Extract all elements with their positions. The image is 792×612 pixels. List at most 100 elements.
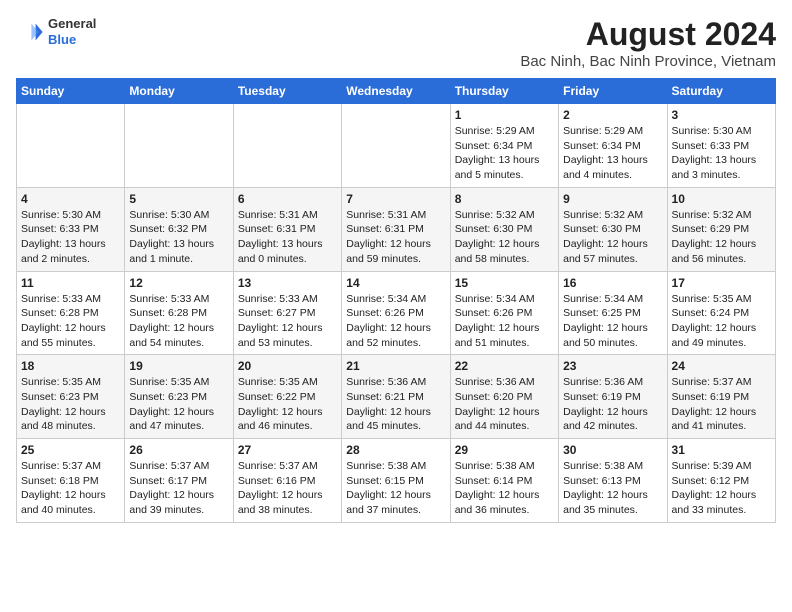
day-info: Sunrise: 5:35 AM Sunset: 6:24 PM Dayligh…: [672, 292, 771, 351]
day-number: 21: [346, 359, 445, 373]
day-number: 9: [563, 192, 662, 206]
day-cell: 10Sunrise: 5:32 AM Sunset: 6:29 PM Dayli…: [667, 187, 775, 271]
day-cell: [342, 104, 450, 188]
day-info: Sunrise: 5:32 AM Sunset: 6:30 PM Dayligh…: [563, 208, 662, 267]
day-number: 31: [672, 443, 771, 457]
day-info: Sunrise: 5:32 AM Sunset: 6:29 PM Dayligh…: [672, 208, 771, 267]
day-info: Sunrise: 5:35 AM Sunset: 6:23 PM Dayligh…: [21, 375, 120, 434]
day-cell: 2 Sunrise: 5:29 AM Sunset: 6:34 PM Daylig…: [559, 104, 667, 188]
day-info: Sunrise: 5:38 AM Sunset: 6:13 PM Dayligh…: [563, 459, 662, 518]
day-number: 29: [455, 443, 554, 457]
day-number: 6: [238, 192, 337, 206]
day-info: Sunrise: 5:36 AM Sunset: 6:19 PM Dayligh…: [563, 375, 662, 434]
day-of-week-friday: Friday: [559, 79, 667, 104]
day-number: 12: [129, 276, 228, 290]
day-number: 19: [129, 359, 228, 373]
day-number: 14: [346, 276, 445, 290]
day-cell: 8 Sunrise: 5:32 AM Sunset: 6:30 PM Daylig…: [450, 187, 558, 271]
day-info: Sunrise: 5:35 AM Sunset: 6:22 PM Dayligh…: [238, 375, 337, 434]
week-row-5: 25 Sunrise: 5:37 AM Sunset: 6:18 PM Dayli…: [17, 439, 776, 523]
day-number: 2: [563, 108, 662, 122]
day-cell: 30 Sunrise: 5:38 AM Sunset: 6:13 PM Dayli…: [559, 439, 667, 523]
day-info: Sunrise: 5:34 AM Sunset: 6:26 PM Dayligh…: [455, 292, 554, 351]
day-number: 18: [21, 359, 120, 373]
day-info: Sunrise: 5:36 AM Sunset: 6:21 PM Dayligh…: [346, 375, 445, 434]
day-number: 15: [455, 276, 554, 290]
day-cell: 13Sunrise: 5:33 AM Sunset: 6:27 PM Dayli…: [233, 271, 341, 355]
day-info: Sunrise: 5:31 AM Sunset: 6:31 PM Dayligh…: [346, 208, 445, 267]
day-of-week-sunday: Sunday: [17, 79, 125, 104]
day-cell: 29 Sunrise: 5:38 AM Sunset: 6:14 PM Dayli…: [450, 439, 558, 523]
day-info: Sunrise: 5:38 AM Sunset: 6:15 PM Dayligh…: [346, 459, 445, 518]
day-info: Sunrise: 5:34 AM Sunset: 6:25 PM Dayligh…: [563, 292, 662, 351]
day-cell: 31 Sunrise: 5:39 AM Sunset: 6:12 PM Dayli…: [667, 439, 775, 523]
day-number: 1: [455, 108, 554, 122]
day-info: Sunrise: 5:34 AM Sunset: 6:26 PM Dayligh…: [346, 292, 445, 351]
page-subtitle: Bac Ninh, Bac Ninh Province, Vietnam: [520, 53, 776, 70]
title-block: August 2024 Bac Ninh, Bac Ninh Province,…: [520, 16, 776, 70]
day-info: Sunrise: 5:29 AM Sunset: 6:34 PM Dayligh…: [563, 124, 662, 183]
day-number: 16: [563, 276, 662, 290]
day-number: 5: [129, 192, 228, 206]
logo: General Blue: [16, 16, 96, 47]
week-row-3: 11 Sunrise: 5:33 AM Sunset: 6:28 PM Dayli…: [17, 271, 776, 355]
day-cell: 19 Sunrise: 5:35 AM Sunset: 6:23 PM Dayli…: [125, 355, 233, 439]
page-title: August 2024: [520, 16, 776, 53]
day-info: Sunrise: 5:30 AM Sunset: 6:33 PM Dayligh…: [21, 208, 120, 267]
day-info: Sunrise: 5:37 AM Sunset: 6:17 PM Dayligh…: [129, 459, 228, 518]
day-number: 22: [455, 359, 554, 373]
day-cell: [125, 104, 233, 188]
day-info: Sunrise: 5:33 AM Sunset: 6:28 PM Dayligh…: [21, 292, 120, 351]
logo-general: General: [48, 16, 96, 32]
day-number: 3: [672, 108, 771, 122]
day-number: 28: [346, 443, 445, 457]
day-cell: 4Sunrise: 5:30 AM Sunset: 6:33 PM Daylig…: [17, 187, 125, 271]
day-of-week-tuesday: Tuesday: [233, 79, 341, 104]
day-cell: 21 Sunrise: 5:36 AM Sunset: 6:21 PM Dayli…: [342, 355, 450, 439]
week-row-1: 1 Sunrise: 5:29 AM Sunset: 6:34 PM Daylig…: [17, 104, 776, 188]
day-cell: 14 Sunrise: 5:34 AM Sunset: 6:26 PM Dayli…: [342, 271, 450, 355]
day-info: Sunrise: 5:35 AM Sunset: 6:23 PM Dayligh…: [129, 375, 228, 434]
day-cell: 17 Sunrise: 5:35 AM Sunset: 6:24 PM Dayli…: [667, 271, 775, 355]
day-number: 13: [238, 276, 337, 290]
day-info: Sunrise: 5:38 AM Sunset: 6:14 PM Dayligh…: [455, 459, 554, 518]
day-cell: 9 Sunrise: 5:32 AM Sunset: 6:30 PM Daylig…: [559, 187, 667, 271]
day-cell: 25 Sunrise: 5:37 AM Sunset: 6:18 PM Dayli…: [17, 439, 125, 523]
day-cell: 27Sunrise: 5:37 AM Sunset: 6:16 PM Dayli…: [233, 439, 341, 523]
day-info: Sunrise: 5:29 AM Sunset: 6:34 PM Dayligh…: [455, 124, 554, 183]
logo-text: General Blue: [48, 16, 96, 47]
days-of-week-row: SundayMondayTuesdayWednesdayThursdayFrid…: [17, 79, 776, 104]
day-cell: 5Sunrise: 5:30 AM Sunset: 6:32 PM Daylig…: [125, 187, 233, 271]
day-number: 8: [455, 192, 554, 206]
day-info: Sunrise: 5:32 AM Sunset: 6:30 PM Dayligh…: [455, 208, 554, 267]
day-number: 11: [21, 276, 120, 290]
day-info: Sunrise: 5:37 AM Sunset: 6:19 PM Dayligh…: [672, 375, 771, 434]
page-header: General Blue August 2024 Bac Ninh, Bac N…: [16, 16, 776, 70]
day-info: Sunrise: 5:36 AM Sunset: 6:20 PM Dayligh…: [455, 375, 554, 434]
day-cell: 11 Sunrise: 5:33 AM Sunset: 6:28 PM Dayli…: [17, 271, 125, 355]
day-cell: 15 Sunrise: 5:34 AM Sunset: 6:26 PM Dayli…: [450, 271, 558, 355]
logo-blue: Blue: [48, 32, 96, 48]
day-cell: 3Sunrise: 5:30 AM Sunset: 6:33 PM Daylig…: [667, 104, 775, 188]
day-cell: 7Sunrise: 5:31 AM Sunset: 6:31 PM Daylig…: [342, 187, 450, 271]
day-of-week-thursday: Thursday: [450, 79, 558, 104]
day-info: Sunrise: 5:37 AM Sunset: 6:18 PM Dayligh…: [21, 459, 120, 518]
day-number: 25: [21, 443, 120, 457]
day-cell: 20Sunrise: 5:35 AM Sunset: 6:22 PM Dayli…: [233, 355, 341, 439]
day-cell: 22 Sunrise: 5:36 AM Sunset: 6:20 PM Dayli…: [450, 355, 558, 439]
day-info: Sunrise: 5:33 AM Sunset: 6:28 PM Dayligh…: [129, 292, 228, 351]
week-row-4: 18 Sunrise: 5:35 AM Sunset: 6:23 PM Dayli…: [17, 355, 776, 439]
calendar-table: SundayMondayTuesdayWednesdayThursdayFrid…: [16, 78, 776, 523]
calendar-body: 1 Sunrise: 5:29 AM Sunset: 6:34 PM Daylig…: [17, 104, 776, 523]
day-number: 17: [672, 276, 771, 290]
day-of-week-monday: Monday: [125, 79, 233, 104]
day-of-week-wednesday: Wednesday: [342, 79, 450, 104]
day-cell: [17, 104, 125, 188]
day-cell: 18 Sunrise: 5:35 AM Sunset: 6:23 PM Dayli…: [17, 355, 125, 439]
day-number: 30: [563, 443, 662, 457]
week-row-2: 4Sunrise: 5:30 AM Sunset: 6:33 PM Daylig…: [17, 187, 776, 271]
day-info: Sunrise: 5:39 AM Sunset: 6:12 PM Dayligh…: [672, 459, 771, 518]
day-cell: 16 Sunrise: 5:34 AM Sunset: 6:25 PM Dayli…: [559, 271, 667, 355]
day-cell: 23Sunrise: 5:36 AM Sunset: 6:19 PM Dayli…: [559, 355, 667, 439]
day-cell: 1 Sunrise: 5:29 AM Sunset: 6:34 PM Daylig…: [450, 104, 558, 188]
